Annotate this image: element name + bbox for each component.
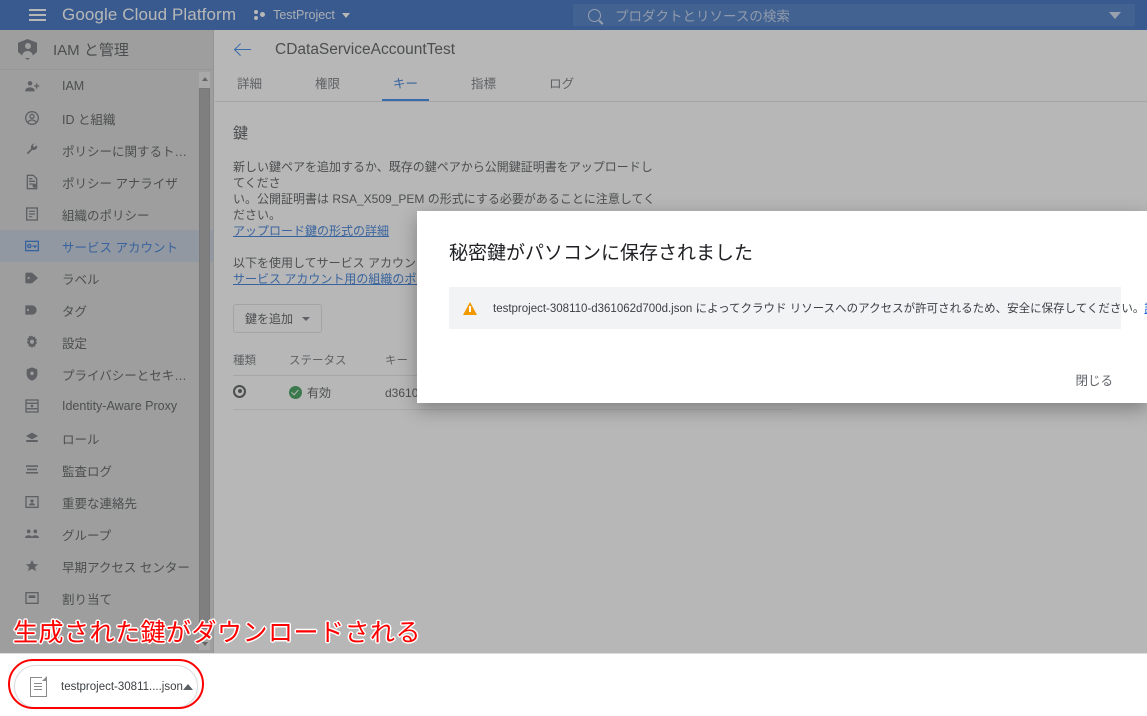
- warning-triangle-icon: [463, 301, 477, 315]
- annotation-text: 生成された鍵がダウンロードされる: [13, 619, 422, 647]
- dialog-warning-banner: testproject-308110-d361062d700d.json によっ…: [449, 287, 1147, 329]
- banner-filename: testproject-308110-d361062d700d.json: [493, 303, 693, 315]
- private-key-saved-dialog: 秘密鍵がパソコンに保存されました testproject-308110-d361…: [417, 211, 1147, 403]
- dialog-title: 秘密鍵がパソコンに保存されました: [449, 243, 754, 264]
- dialog-banner-text: testproject-308110-d361062d700d.json によっ…: [493, 300, 1147, 316]
- banner-message: によってクラウド リソースへのアクセスが許可されるため、安全に保存してください。: [692, 303, 1145, 315]
- annotation-highlight-box: [8, 659, 204, 709]
- close-button[interactable]: 閉じる: [1067, 364, 1121, 395]
- dialog-actions: 閉じる: [1067, 355, 1147, 403]
